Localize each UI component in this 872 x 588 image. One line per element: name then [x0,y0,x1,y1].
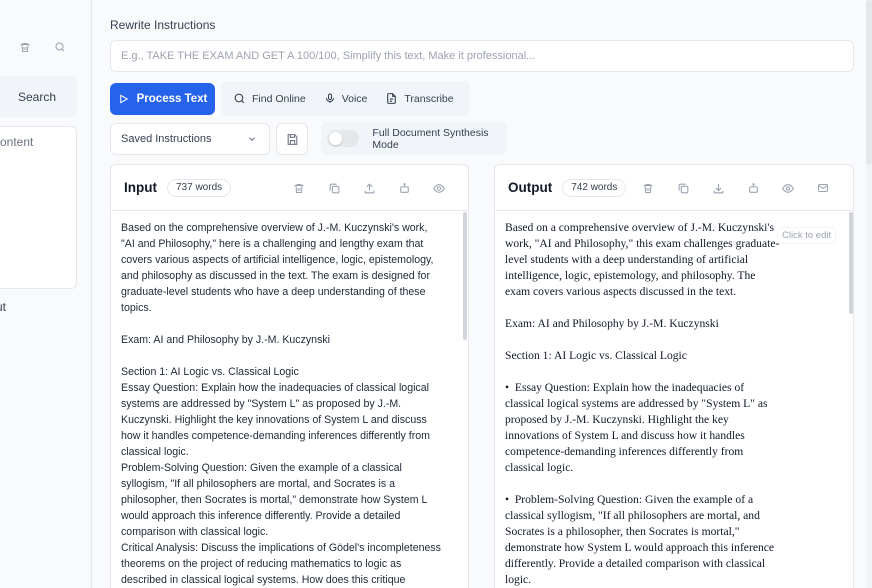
output-scrollbar[interactable] [849,212,853,314]
input-text[interactable]: Based on the comprehensive overview of J… [121,220,458,588]
page-scrollbar[interactable] [866,0,872,588]
sidebar-content-card[interactable] [0,126,77,289]
chevron-down-icon [247,134,257,144]
saved-instructions-select[interactable]: Saved Instructions [110,123,270,155]
process-text-button[interactable]: Process Text [110,83,215,115]
input-panel: Input 737 words Based on the comprehensi… [110,164,469,588]
transcribe-label: Transcribe [404,92,454,105]
output-text-area[interactable]: Based on a comprehensive overview of J.-… [495,212,853,588]
trash-icon[interactable] [18,40,32,54]
input-text-area[interactable]: Based on the comprehensive overview of J… [111,212,468,588]
transcribe-button[interactable]: Transcribe [379,81,459,116]
save-icon [286,133,299,146]
output-panel: Output 742 words Based on a comprehensiv… [494,164,854,588]
bot-icon[interactable] [746,181,760,195]
sidebar: Search content ut [0,0,92,588]
input-panel-actions [292,165,467,211]
search-icon[interactable] [53,40,67,54]
trash-icon[interactable] [641,181,655,195]
trash-icon[interactable] [292,181,306,195]
output-text[interactable]: Based on a comprehensive overview of J.-… [505,220,805,588]
find-online-label: Find Online [252,92,306,105]
sidebar-search-label: Search [17,89,56,104]
rewrite-instructions-label: Rewrite Instructions [110,18,216,32]
toggle-knob [329,132,342,145]
synthesis-mode-toggle[interactable] [327,130,360,147]
search-icon [233,92,246,105]
copy-icon[interactable] [327,181,341,195]
output-panel-title: Output [508,180,553,195]
click-to-edit-tooltip: Click to edit [777,227,837,244]
eye-icon[interactable] [432,181,446,195]
voice-label: Voice [341,92,368,105]
input-word-count-badge: 737 words [167,178,232,197]
mail-icon[interactable] [816,181,830,195]
save-instruction-button[interactable] [276,123,308,155]
page-scrollbar-thumb[interactable] [866,0,872,165]
bot-icon[interactable] [397,181,411,195]
download-icon[interactable] [711,181,725,195]
sidebar-search-button[interactable]: Search [0,76,77,117]
input-panel-header: Input 737 words [111,165,468,211]
synthesis-mode-control: Full Document Synthesis Mode [321,122,507,155]
upload-icon[interactable] [362,181,376,195]
process-text-label: Process Text [136,93,208,105]
eye-icon[interactable] [781,181,795,195]
synthesis-mode-label: Full Document Synthesis Mode [372,126,489,151]
sidebar-partial-text[interactable]: ut [0,300,6,314]
output-word-count-badge: 742 words [562,178,627,197]
main-area: Rewrite Instructions Process Text Find O… [92,0,872,588]
voice-button[interactable]: Voice [318,81,374,116]
input-tools-group: Find Online Voice Transcribe [221,81,470,116]
find-online-button[interactable]: Find Online [221,81,312,116]
mic-icon [324,92,336,105]
copy-icon[interactable] [676,181,690,195]
input-scrollbar[interactable] [463,212,467,340]
sidebar-card-text: content [0,135,34,149]
transcribe-icon [385,92,398,105]
rewrite-instructions-input[interactable] [110,40,854,72]
play-icon [118,93,129,105]
input-panel-title: Input [124,180,157,195]
output-panel-header: Output 742 words [495,165,853,211]
output-panel-actions [641,165,851,211]
saved-instructions-value: Saved Instructions [121,133,212,145]
